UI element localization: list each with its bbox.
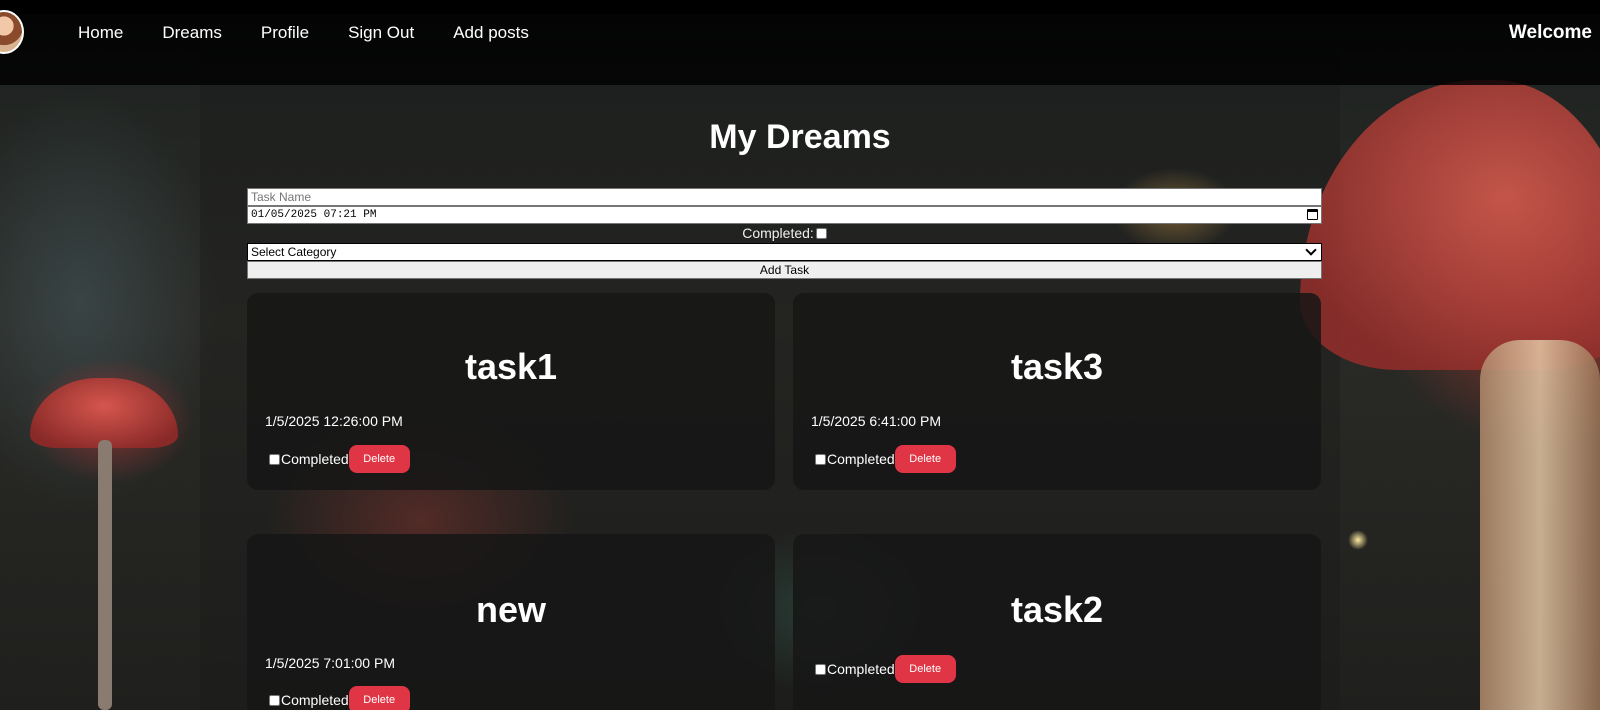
- delete-button[interactable]: Delete: [348, 686, 410, 710]
- datetime-input[interactable]: 01/05/2025 07:21 PM: [247, 206, 1322, 224]
- task-card: task2 Completed Delete: [793, 534, 1321, 710]
- task-completed-label: Completed: [281, 692, 349, 708]
- delete-button[interactable]: Delete: [894, 655, 956, 683]
- task-card: new 1/5/2025 7:01:00 PM Completed Delete: [247, 534, 775, 710]
- task-actions: Completed Delete: [269, 445, 410, 473]
- category-selected-value: Select Category: [251, 245, 337, 259]
- task-actions: Completed Delete: [815, 445, 956, 473]
- completed-row: Completed:: [247, 224, 1322, 243]
- welcome-text: Welcome: [1508, 22, 1592, 43]
- delete-button[interactable]: Delete: [894, 445, 956, 473]
- background-mushroom-stem: [1480, 340, 1600, 710]
- task-actions: Completed Delete: [815, 655, 956, 683]
- chevron-down-icon: [1305, 244, 1317, 256]
- task-card: task3 1/5/2025 6:41:00 PM Completed Dele…: [793, 293, 1321, 490]
- background-firefly: [1348, 530, 1368, 550]
- category-select[interactable]: Select Category: [247, 243, 1322, 261]
- task-title: task3: [1010, 346, 1104, 387]
- nav-link-profile[interactable]: Profile: [261, 23, 309, 43]
- background-small-mushroom-cap: [30, 378, 178, 448]
- nav-link-add-posts[interactable]: Add posts: [453, 23, 529, 43]
- task-title: new: [475, 589, 546, 630]
- add-task-form: 01/05/2025 07:21 PM Completed: Select Ca…: [247, 188, 1322, 279]
- task-completed-label: Completed: [827, 451, 895, 467]
- nav-link-home[interactable]: Home: [78, 23, 123, 43]
- task-title: task1: [464, 346, 558, 387]
- task-completed-checkbox[interactable]: [815, 453, 826, 465]
- task-completed-label: Completed: [281, 451, 349, 467]
- task-card: task1 1/5/2025 12:26:00 PM Completed Del…: [247, 293, 775, 490]
- task-date: 1/5/2025 12:26:00 PM: [265, 413, 403, 429]
- completed-checkbox[interactable]: [815, 227, 827, 239]
- task-completed-checkbox[interactable]: [269, 453, 280, 465]
- add-task-button[interactable]: Add Task: [247, 261, 1322, 279]
- task-date: 1/5/2025 6:41:00 PM: [811, 413, 941, 429]
- navbar: Home Dreams Profile Sign Out Add posts W…: [0, 0, 1600, 85]
- nav-link-dreams[interactable]: Dreams: [162, 23, 222, 43]
- task-completed-label: Completed: [827, 661, 895, 677]
- nav-links: Home Dreams Profile Sign Out Add posts: [78, 23, 568, 43]
- task-title: task2: [1010, 589, 1104, 630]
- task-actions: Completed Delete: [269, 686, 410, 710]
- page-title: My Dreams: [709, 118, 891, 156]
- background-small-mushroom-stem: [98, 440, 112, 710]
- calendar-icon[interactable]: [1307, 209, 1318, 220]
- task-name-input[interactable]: [247, 188, 1322, 206]
- task-completed-checkbox[interactable]: [269, 694, 280, 706]
- task-date: 1/5/2025 7:01:00 PM: [265, 655, 395, 671]
- avatar[interactable]: [0, 10, 24, 54]
- task-completed-checkbox[interactable]: [815, 663, 826, 675]
- completed-label: Completed:: [742, 225, 814, 241]
- nav-link-sign-out[interactable]: Sign Out: [348, 23, 414, 43]
- delete-button[interactable]: Delete: [348, 445, 410, 473]
- datetime-value: 01/05/2025 07:21 PM: [251, 209, 377, 221]
